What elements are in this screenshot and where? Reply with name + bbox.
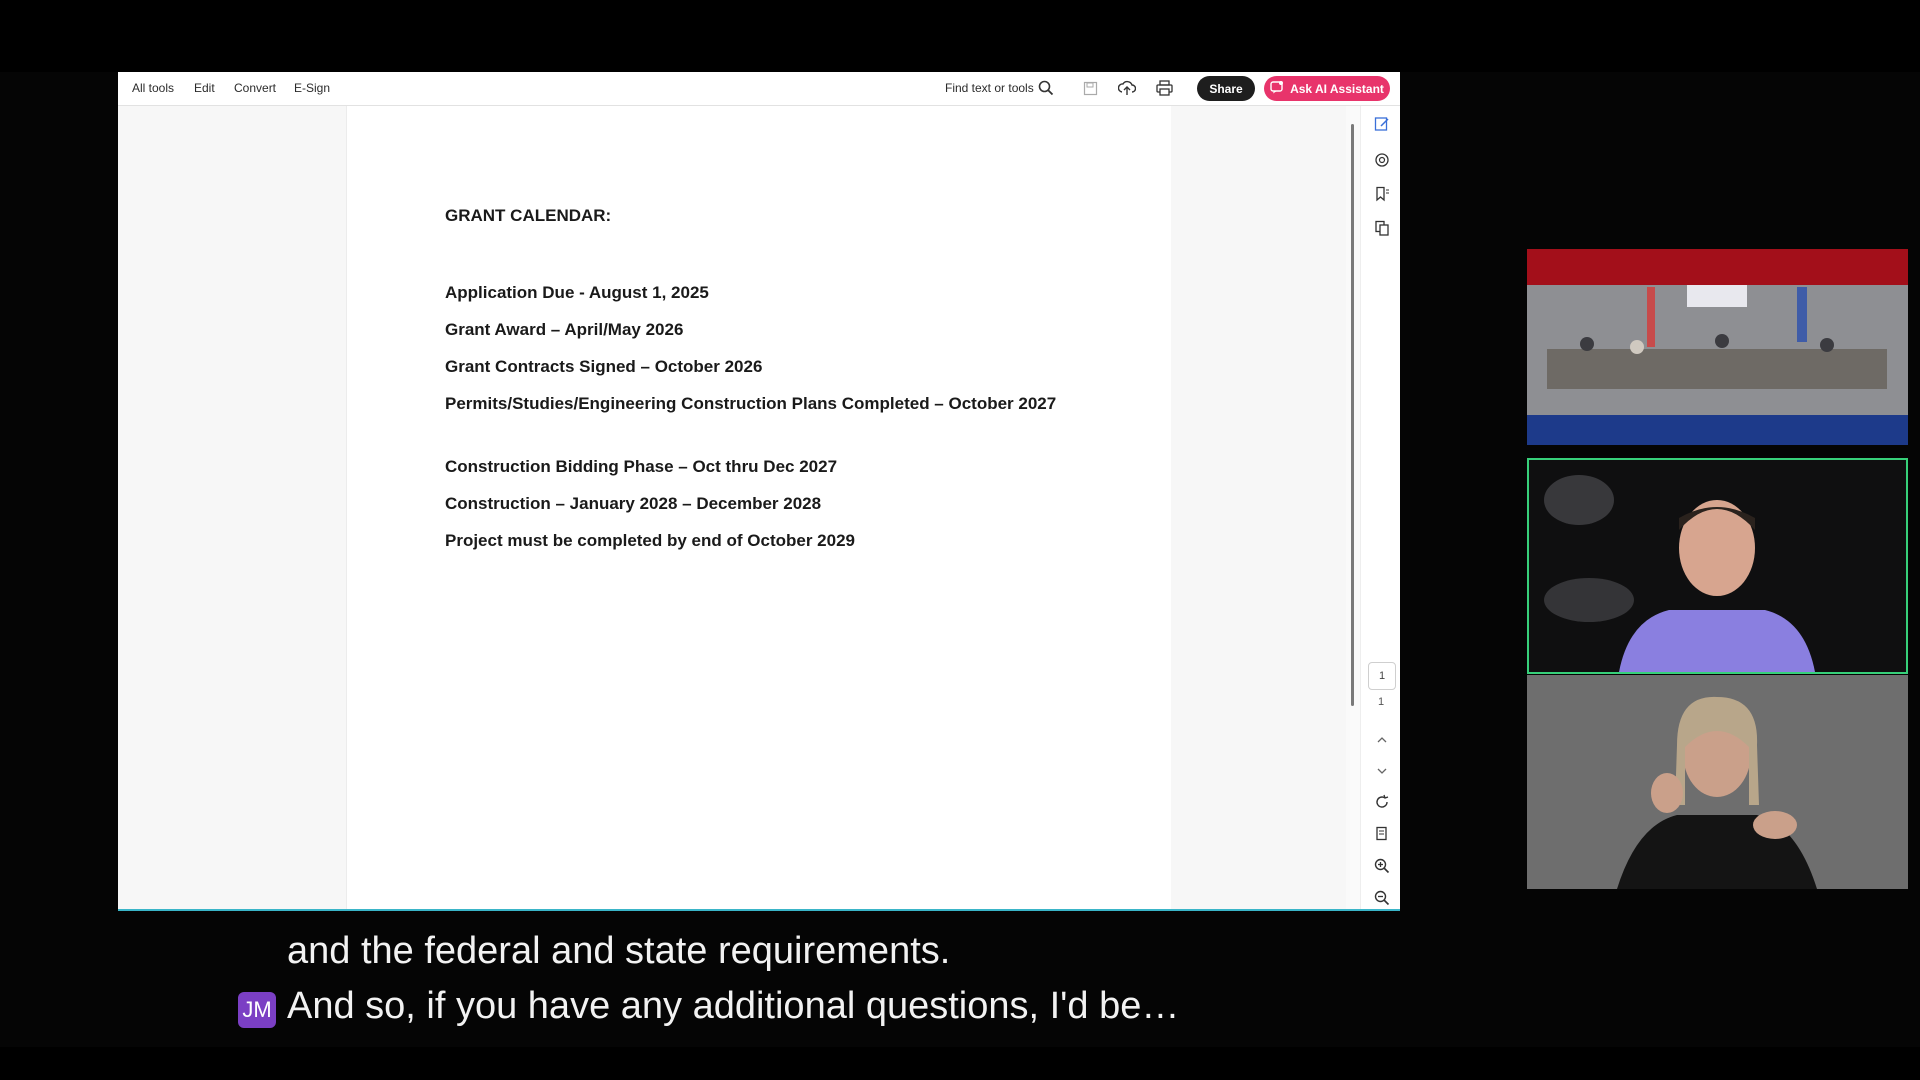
vertical-scrollbar[interactable] xyxy=(1346,106,1360,910)
menu-edit[interactable]: Edit xyxy=(194,81,215,95)
right-gutter xyxy=(1171,106,1346,910)
document-page: GRANT CALENDAR: Application Due - August… xyxy=(346,106,1172,910)
calendar-line: Grant Award – April/May 2026 xyxy=(445,320,684,339)
interpreter-video-image xyxy=(1527,675,1908,889)
video-tile-sign-interpreter[interactable] xyxy=(1527,675,1908,889)
scroll-thumb[interactable] xyxy=(1351,124,1354,706)
page-fit-icon[interactable] xyxy=(1372,824,1392,844)
bookmark-icon[interactable] xyxy=(1372,184,1392,204)
left-gutter xyxy=(118,106,346,910)
calendar-line: Construction Bidding Phase – Oct thru De… xyxy=(445,457,838,476)
caption-line: and the federal and state requirements. xyxy=(287,930,951,972)
speaker-avatar: JM xyxy=(238,992,276,1028)
refresh-icon[interactable] xyxy=(1372,792,1392,812)
comment-icon[interactable] xyxy=(1372,150,1392,170)
menu-convert[interactable]: Convert xyxy=(234,81,276,95)
ask-ai-assistant-button[interactable]: Ask AI Assistant xyxy=(1264,76,1390,101)
document-heading: GRANT CALENDAR: xyxy=(445,206,612,225)
print-icon[interactable] xyxy=(1153,77,1175,99)
pages-icon[interactable] xyxy=(1372,218,1392,238)
caption-line: And so, if you have any additional quest… xyxy=(287,985,1180,1027)
pdf-toolbar: All tools Edit Convert E-Sign Find text … xyxy=(118,72,1400,106)
menu-all-tools[interactable]: All tools xyxy=(132,81,174,95)
cloud-upload-icon[interactable] xyxy=(1116,77,1138,99)
chevron-down-icon[interactable] xyxy=(1372,761,1392,781)
zoom-out-icon[interactable] xyxy=(1372,888,1392,908)
pdf-viewer-window: All tools Edit Convert E-Sign Find text … xyxy=(118,72,1400,910)
calendar-line: Application Due - August 1, 2025 xyxy=(445,283,709,302)
bottom-letterbox xyxy=(0,1047,1920,1080)
zoom-in-icon[interactable] xyxy=(1372,856,1392,876)
current-page-input[interactable]: 1 xyxy=(1368,662,1396,690)
search-icon[interactable] xyxy=(1035,77,1057,99)
right-tool-rail: 1 1 xyxy=(1360,106,1400,910)
video-tile-council-chamber[interactable] xyxy=(1527,249,1908,445)
calendar-line: Permits/Studies/Engineering Construction… xyxy=(445,394,1057,413)
shared-window-border xyxy=(118,909,1400,911)
total-pages: 1 xyxy=(1377,696,1385,708)
video-tile-active-speaker[interactable] xyxy=(1527,458,1908,674)
ask-ai-assistant-label: Ask AI Assistant xyxy=(1290,81,1384,96)
calendar-line: Project must be completed by end of Octo… xyxy=(445,531,855,550)
save-icon[interactable] xyxy=(1079,77,1101,99)
top-letterbox xyxy=(0,0,1920,72)
calendar-line: Grant Contracts Signed – October 2026 xyxy=(445,357,763,376)
ai-assistant-icon xyxy=(1270,80,1284,97)
chevron-up-icon[interactable] xyxy=(1372,730,1392,750)
council-chamber-image xyxy=(1527,249,1908,445)
find-text-tools[interactable]: Find text or tools xyxy=(945,81,1034,95)
menu-esign[interactable]: E-Sign xyxy=(294,81,330,95)
edit-pdf-icon[interactable] xyxy=(1372,114,1392,134)
share-button[interactable]: Share xyxy=(1197,76,1255,101)
calendar-line: Construction – January 2028 – December 2… xyxy=(445,494,822,513)
speaker-video-image xyxy=(1529,460,1906,672)
